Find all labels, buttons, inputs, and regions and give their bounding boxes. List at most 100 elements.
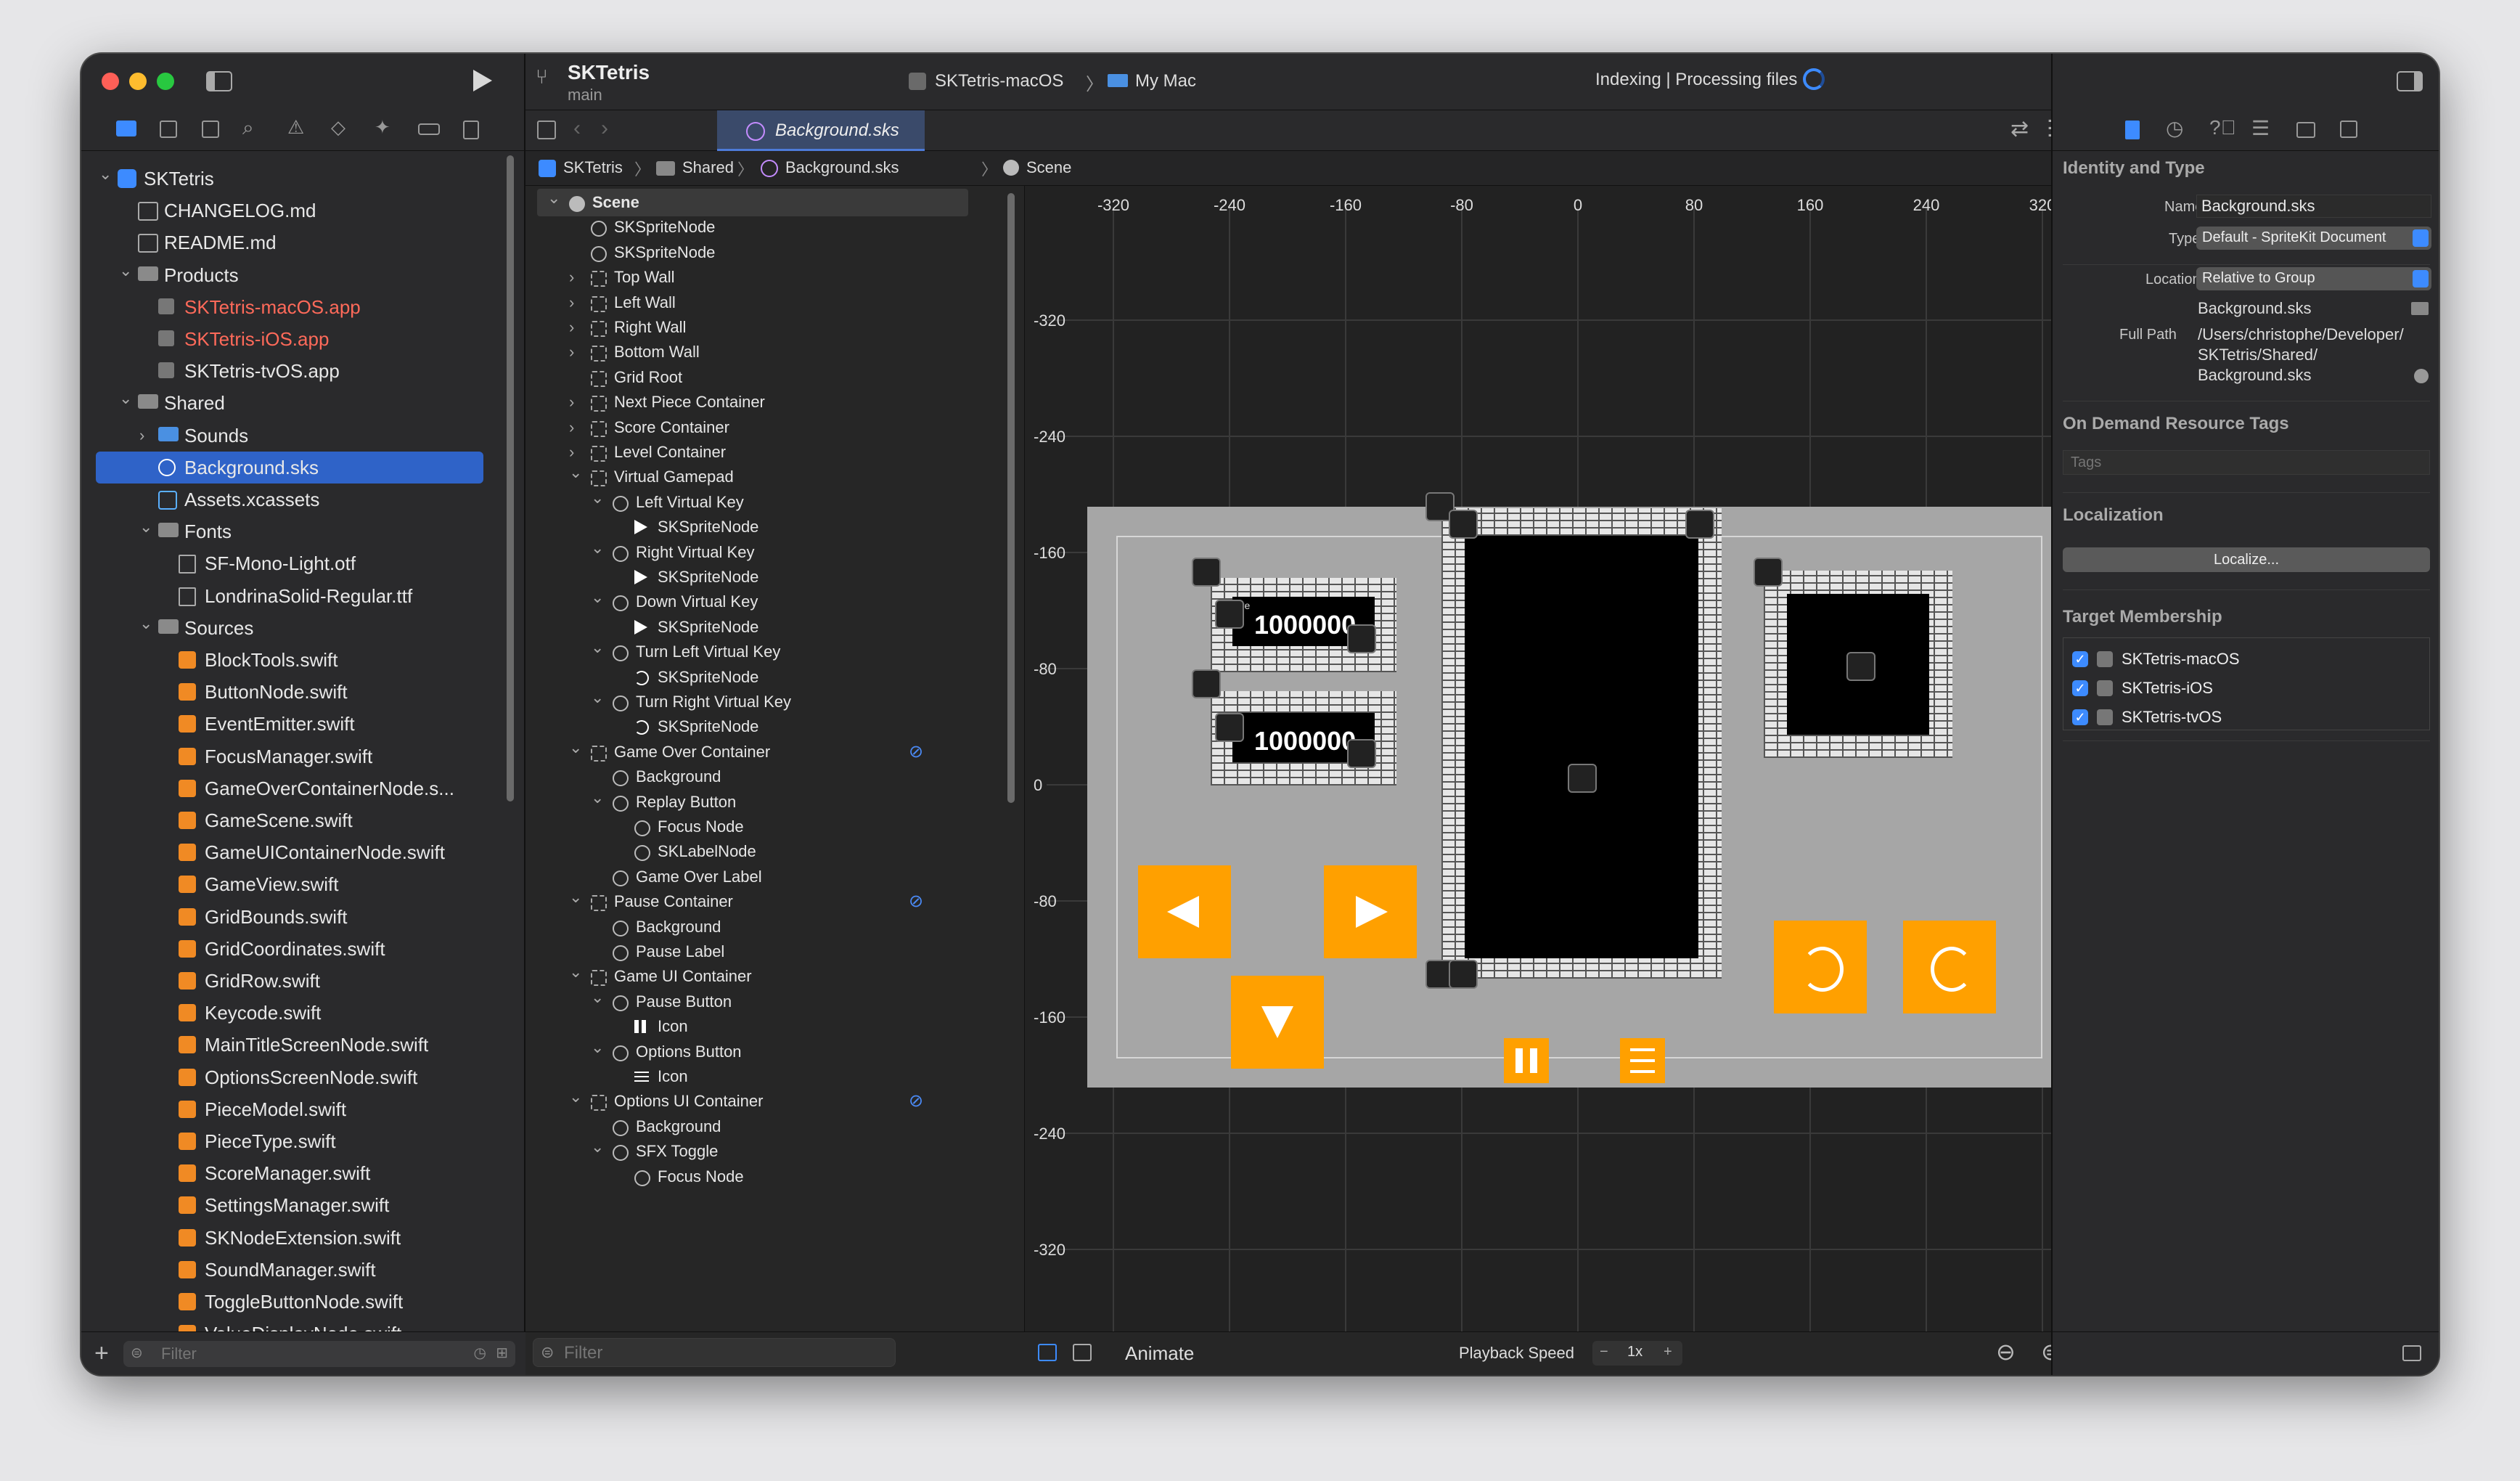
localize-button[interactable]: Localize... [2063,547,2430,572]
scene-node-row[interactable]: › Right Wall [525,314,990,341]
navigator-item[interactable]: SKTetris-macOS.app [81,291,488,323]
navigator-item[interactable]: SKNodeExtension.swift [81,1222,488,1254]
chevron-down-icon[interactable]: ⌄ [139,608,152,640]
navigator-item[interactable]: BlockTools.swift [81,644,488,676]
folder-icon[interactable] [2411,302,2429,315]
navigator-item[interactable]: SF-Mono-Light.otf [81,547,488,579]
down-virtual-key[interactable] [1231,976,1324,1069]
navigator-item[interactable]: SettingsManager.swift [81,1189,488,1221]
navigator-filter-field[interactable]: ⊜ ◷ ⊞ [123,1341,515,1367]
navigator-item[interactable]: ButtonNode.swift [81,676,488,708]
node-handle-icon[interactable] [1568,764,1597,793]
options-button[interactable] [1620,1038,1665,1083]
navigator-item[interactable]: GameOverContainerNode.s... [81,772,488,804]
scene-node-row[interactable]: Game Over Label [525,863,990,891]
add-file-button[interactable]: + [94,1339,109,1368]
scene-node-row[interactable]: ⌄ Options Button [525,1038,990,1066]
navigator-item[interactable]: CHANGELOG.md [81,195,488,227]
scene-node-row[interactable]: Background [525,913,990,941]
navigator-item[interactable]: GameView.swift [81,868,488,900]
chevron-down-icon[interactable]: ⌄ [591,1034,604,1061]
target-row[interactable]: ✓ SKTetris-tvOS [2072,706,2421,730]
attributes-inspector-icon[interactable]: ☰ [2251,116,2270,140]
node-handle-icon[interactable] [1449,510,1478,539]
navigator-item[interactable]: GridRow.swift [81,965,488,997]
scene-node-row[interactable]: Focus Node [525,1163,990,1191]
animate-button[interactable]: Animate [1125,1342,1194,1365]
scene-node-row[interactable]: SKSpriteNode [525,213,990,241]
jump-bar-item-file[interactable]: Background.sks [785,158,899,177]
target-row[interactable]: ✓ SKTetris-macOS [2072,648,2421,672]
playback-speed-stepper[interactable]: − 1x + [1592,1341,1682,1366]
type-popup[interactable]: Default - SpriteKit Document [2196,227,2431,250]
find-navigator-icon[interactable]: ⌕ [242,116,254,140]
help-inspector-icon[interactable]: ?⃝ [2209,116,2236,139]
outline-filter-field[interactable]: ⊜ [533,1338,896,1367]
scene-node-row[interactable]: › Bottom Wall [525,338,990,366]
report-navigator-icon[interactable] [463,121,479,139]
navigator-item[interactable]: ToggleButtonNode.swift [81,1286,488,1318]
minimize-window-button[interactable] [129,73,147,90]
toggle-outline-icon[interactable] [1038,1344,1057,1361]
hidden-eye-icon[interactable]: ⊘ [909,738,949,766]
library-inspector-icon[interactable] [2340,121,2357,138]
scene-node-row[interactable]: ⌄ Options UI Container ⊘ [525,1088,990,1115]
node-handle-icon[interactable] [1685,510,1714,539]
scene-node-row[interactable]: ⌄ Replay Button [525,788,990,816]
right-virtual-key[interactable] [1324,865,1417,958]
tags-field[interactable] [2063,450,2430,475]
navigator-item[interactable]: SoundManager.swift [81,1254,488,1286]
scene-node-row[interactable]: › Top Wall [525,264,990,291]
name-field[interactable]: Background.sks [2196,195,2431,218]
jump-bar-item-project[interactable]: SKTetris [563,158,623,177]
scene-node-row[interactable]: ⌄ Turn Right Virtual Key [525,688,990,716]
history-inspector-icon[interactable]: ◷ [2166,116,2183,140]
navigator-item[interactable]: ⌄ Products [81,259,488,291]
node-handle-icon[interactable] [1754,558,1783,587]
chevron-right-icon[interactable]: › [569,314,574,341]
navigator-item[interactable]: ⌄ SKTetris [81,163,488,195]
chevron-down-icon[interactable]: ⌄ [591,784,604,812]
node-handle-icon[interactable] [1215,600,1244,629]
node-handle-icon[interactable] [1192,558,1221,587]
hidden-eye-icon[interactable]: ⊘ [909,888,949,915]
reveal-in-finder-icon[interactable] [2414,369,2429,383]
scene-node-row[interactable]: Icon [525,1063,990,1090]
chevron-down-icon[interactable]: ⌄ [569,1083,582,1111]
navigator-item[interactable]: GridBounds.swift [81,901,488,933]
navigator-item[interactable]: README.md [81,227,488,258]
target-checkbox[interactable]: ✓ [2072,709,2088,725]
chevron-down-icon[interactable]: ⌄ [591,534,604,562]
related-items-icon[interactable] [537,121,556,139]
chevron-down-icon[interactable]: ⌄ [569,459,582,486]
chevron-right-icon[interactable]: › [139,420,144,452]
scene-node-row[interactable]: ⌄ Pause Container ⊘ [525,888,990,915]
chevron-down-icon[interactable]: ⌄ [547,186,560,212]
breakpoint-navigator-icon[interactable] [418,123,440,135]
navigator-item[interactable]: Background.sks [96,451,483,484]
issue-navigator-icon[interactable]: ⚠ [287,116,304,139]
scene-node-row[interactable]: SKSpriteNode [525,713,990,740]
file-inspector-icon[interactable] [2125,121,2140,139]
panel-toggle-icon[interactable] [2402,1345,2421,1361]
chevron-right-icon[interactable]: › [569,388,574,416]
sidebar-toggle-icon[interactable] [206,71,232,91]
toggle-action-editor-icon[interactable] [1073,1344,1092,1361]
chevron-down-icon[interactable]: ⌄ [99,158,112,190]
navigator-item[interactable]: GameUIContainerNode.swift [81,836,488,868]
navigator-item[interactable]: SKTetris-tvOS.app [81,355,488,387]
chevron-down-icon[interactable]: ⌄ [139,511,152,543]
chevron-down-icon[interactable]: ⌄ [569,734,582,762]
navigator-filter-input[interactable] [160,1342,438,1366]
navigator-item[interactable]: PieceType.swift [81,1125,488,1157]
scene-node-row[interactable]: Pause Label [525,938,990,966]
scene-node-row[interactable]: ⌄ Down Virtual Key [525,588,990,616]
chevron-right-icon[interactable]: › [569,289,574,317]
scene-node-row[interactable]: ⌄ Game Over Container ⊘ [525,738,990,766]
scene-node-row[interactable]: ⌄ Pause Button [525,988,990,1016]
refresh-icon[interactable]: ⇄ [2010,116,2029,142]
scene-node-row[interactable]: ⌄ Turn Left Virtual Key [525,638,990,666]
project-navigator-icon[interactable] [116,121,136,136]
back-button[interactable]: ‹ [573,116,581,141]
chevron-down-icon[interactable]: ⌄ [591,984,604,1011]
